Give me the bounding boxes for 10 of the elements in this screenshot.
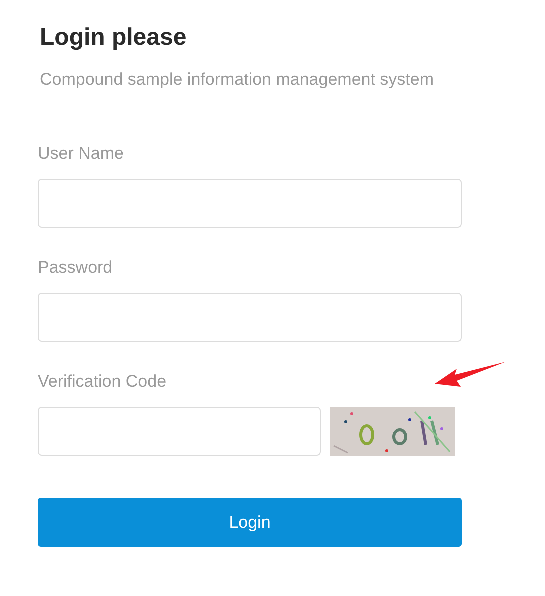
login-button[interactable]: Login bbox=[38, 498, 462, 547]
verification-code-field[interactable] bbox=[38, 407, 321, 456]
password-field[interactable] bbox=[38, 293, 462, 342]
username-field[interactable] bbox=[38, 179, 462, 228]
subtitle: Compound sample information management system bbox=[40, 70, 436, 90]
field-label: Verification Code bbox=[38, 372, 167, 392]
field-label: User Name bbox=[38, 144, 124, 164]
field-label: Password bbox=[38, 258, 113, 278]
page-title: Login please bbox=[40, 24, 188, 52]
arrow-icon bbox=[435, 361, 507, 387]
